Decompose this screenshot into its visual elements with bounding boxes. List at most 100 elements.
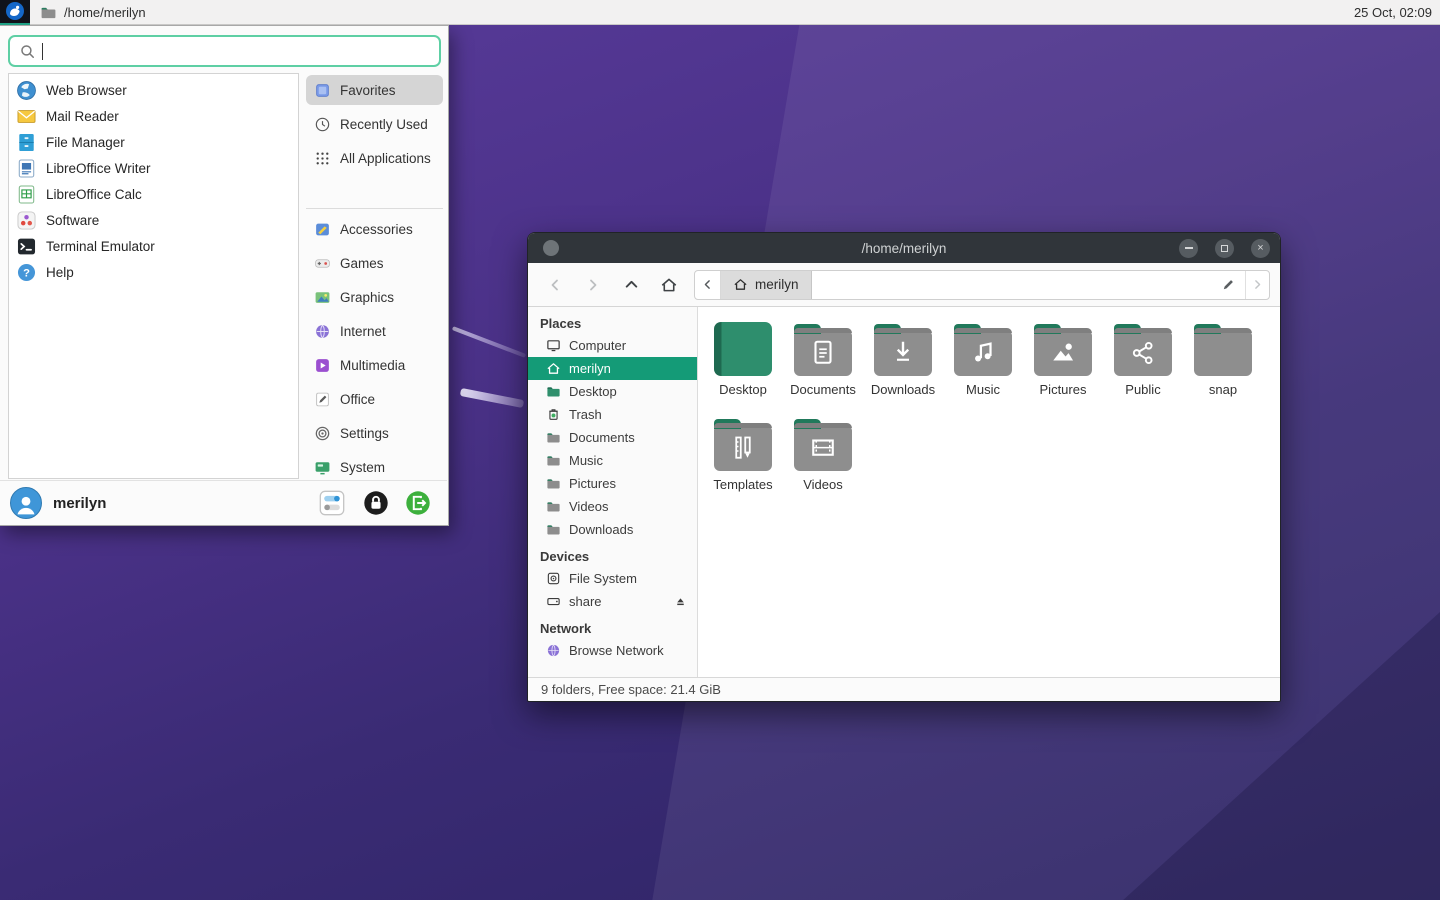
pathbar-scroll-right-button[interactable] [1245, 271, 1269, 299]
up-button[interactable] [614, 270, 648, 300]
folder-item[interactable]: Downloads [863, 321, 943, 416]
app-list-item[interactable]: Software [9, 207, 298, 233]
clock[interactable]: 25 Oct, 02:09 [1354, 5, 1432, 20]
folder-label: Downloads [871, 382, 935, 397]
file-icon-view[interactable]: Desktop Documents Downloads [698, 307, 1280, 677]
taskbar-window-button[interactable]: /home/merilyn [30, 0, 156, 25]
folder-label: Music [966, 382, 1000, 397]
network-header: Network [528, 619, 697, 639]
pathbar-scroll-left-button[interactable] [695, 271, 721, 299]
maximize-button[interactable] [1215, 239, 1234, 258]
window-menu-button[interactable] [543, 240, 559, 256]
folder-label: Templates [713, 477, 772, 492]
drive-icon [546, 594, 561, 609]
sidebar-device-item[interactable]: share [528, 590, 697, 613]
pathbar-empty-space[interactable] [812, 271, 1211, 299]
file-manager-icon [16, 132, 37, 153]
sidebar-place-item[interactable]: Trash [528, 403, 697, 426]
menu-category-item[interactable]: Graphics [306, 280, 443, 314]
app-list-item[interactable]: File Manager [9, 129, 298, 155]
menu-category-item[interactable]: Settings [306, 416, 443, 450]
web-browser-icon [16, 80, 37, 101]
folder-item[interactable]: Pictures [1023, 321, 1103, 416]
libreoffice-calc-icon [16, 184, 37, 205]
folder-item[interactable]: Videos [783, 416, 863, 511]
folder-item[interactable]: Templates [703, 416, 783, 511]
lock-screen-button[interactable] [363, 490, 389, 516]
folder-label: Videos [803, 477, 843, 492]
window-title: /home/merilyn [528, 241, 1280, 256]
menu-category-item[interactable]: System [306, 450, 443, 484]
search-box[interactable] [8, 35, 441, 67]
sidebar-place-item[interactable]: Desktop [528, 380, 697, 403]
desktop: /home/merilyn 25 Oct, 02:09 Web Browser … [0, 0, 1440, 900]
sidebar-place-item[interactable]: Documents [528, 426, 697, 449]
terminal-icon [16, 236, 37, 257]
app-label: LibreOffice Calc [46, 187, 142, 202]
settings-toggles-button[interactable] [319, 490, 345, 516]
sidebar-item-label: Trash [569, 407, 602, 422]
network-list: Browse Network [528, 639, 697, 662]
log-out-button[interactable] [405, 490, 431, 516]
close-button[interactable]: × [1251, 239, 1270, 258]
folder-item[interactable]: Music [943, 321, 1023, 416]
category-label: Accessories [340, 222, 413, 237]
sidebar-place-item[interactable]: merilyn [528, 357, 697, 380]
menu-category-item[interactable]: Office [306, 382, 443, 416]
titlebar[interactable]: /home/merilyn × [528, 233, 1280, 263]
graphics-icon [314, 289, 331, 306]
app-list-item[interactable]: Help [9, 259, 298, 285]
applications-menu-button[interactable] [0, 0, 30, 25]
menu-view-item[interactable]: Recently Used [306, 109, 443, 139]
office-icon [314, 391, 331, 408]
favorites-icon [314, 82, 331, 99]
menu-category-item[interactable]: Multimedia [306, 348, 443, 382]
sidebar-network-item[interactable]: Browse Network [528, 639, 697, 662]
chevron-right-icon [585, 277, 601, 293]
sidebar-item-label: merilyn [569, 361, 611, 376]
menu-category-item[interactable]: Accessories [306, 212, 443, 246]
app-list-item[interactable]: Terminal Emulator [9, 233, 298, 259]
sidebar-place-item[interactable]: Videos [528, 495, 697, 518]
eject-icon[interactable] [674, 595, 687, 608]
sidebar-place-item[interactable]: Pictures [528, 472, 697, 495]
folder-item[interactable]: Documents [783, 321, 863, 416]
note-icon [965, 335, 1001, 371]
breadcrumb-home-button[interactable]: merilyn [721, 271, 812, 299]
sidebar-item-label: Music [569, 453, 603, 468]
folder-item[interactable]: Public [1103, 321, 1183, 416]
category-label: System [340, 460, 385, 475]
ruler-icon [725, 430, 761, 466]
sidebar-item-label: Computer [569, 338, 626, 353]
app-list-item[interactable]: Web Browser [9, 77, 298, 103]
mail-reader-icon [16, 106, 37, 127]
home-button[interactable] [652, 270, 686, 300]
back-button[interactable] [538, 270, 572, 300]
menu-category-item[interactable]: Internet [306, 314, 443, 348]
app-list-item[interactable]: LibreOffice Writer [9, 155, 298, 181]
app-list-item[interactable]: LibreOffice Calc [9, 181, 298, 207]
status-text: 9 folders, Free space: 21.4 GiB [541, 682, 721, 697]
sidebar-device-item[interactable]: File System [528, 567, 697, 590]
sidebar-place-item[interactable]: Music [528, 449, 697, 472]
forward-button[interactable] [576, 270, 610, 300]
multimedia-icon [314, 357, 331, 374]
favorites-app-list: Web Browser Mail Reader File Manager Lib… [8, 73, 299, 479]
globe-icon [314, 323, 331, 340]
menu-view-item[interactable]: Favorites [306, 75, 443, 105]
pathbar-edit-button[interactable] [1211, 271, 1245, 299]
avatar[interactable] [10, 487, 42, 519]
sidebar-place-item[interactable]: Downloads [528, 518, 697, 541]
folder-icon [714, 425, 772, 471]
menu-category-item[interactable]: Games [306, 246, 443, 280]
minimize-button[interactable] [1179, 239, 1198, 258]
chevron-right-icon [1251, 278, 1264, 291]
sidebar-place-item[interactable]: Computer [528, 334, 697, 357]
app-list-item[interactable]: Mail Reader [9, 103, 298, 129]
folder-icon [874, 330, 932, 376]
folder-item[interactable]: snap [1183, 321, 1263, 416]
menu-view-item[interactable]: All Applications [306, 143, 443, 173]
folder-item[interactable]: Desktop [703, 321, 783, 416]
help-icon [16, 262, 37, 283]
search-input[interactable] [42, 43, 430, 60]
